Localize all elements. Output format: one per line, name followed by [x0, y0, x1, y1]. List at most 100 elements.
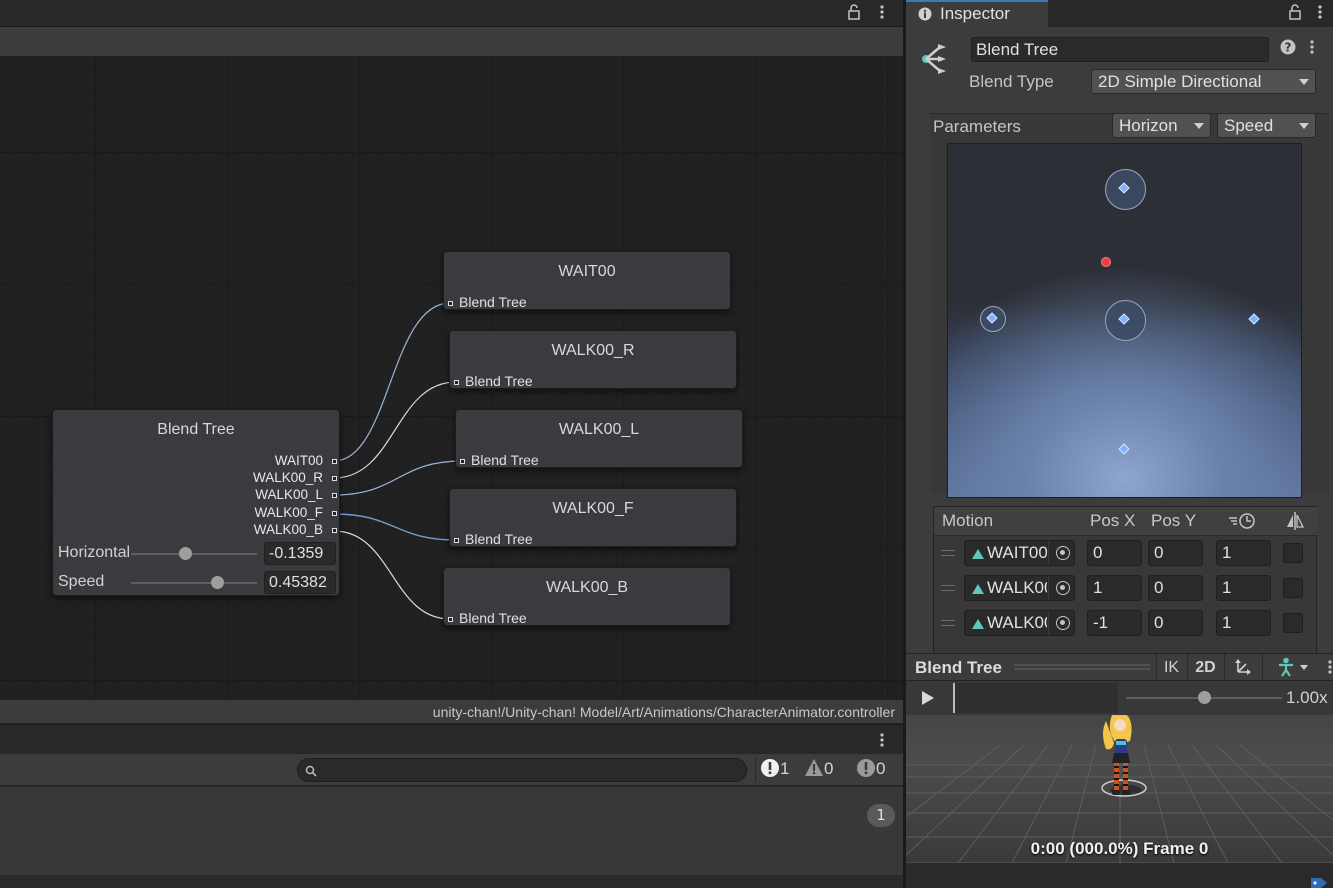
- pivot-toggle-button[interactable]: [1224, 654, 1261, 681]
- speed-field[interactable]: 1: [1216, 610, 1271, 636]
- drag-handle[interactable]: [941, 620, 955, 626]
- param-y-dropdown[interactable]: Speed: [1217, 113, 1316, 138]
- component-menu-icon[interactable]: [1304, 39, 1320, 58]
- svg-text:?: ?: [1285, 41, 1292, 55]
- pos-y-field[interactable]: 0: [1148, 610, 1203, 636]
- motion-node-walk00-l[interactable]: WALK00_L Blend Tree: [455, 409, 743, 468]
- timeline-scrubber[interactable]: [953, 683, 1118, 713]
- motion-object-field[interactable]: WAIT00: [964, 540, 1075, 566]
- mirror-checkbox[interactable]: [1283, 578, 1303, 598]
- 2d-toggle-button[interactable]: 2D: [1187, 654, 1223, 681]
- mirror-icon: [1287, 512, 1305, 530]
- blend-space-visualization[interactable]: [947, 143, 1302, 498]
- blend-tree-node[interactable]: Blend Tree WAIT00 WALK00_R WALK00_L WALK…: [52, 409, 340, 596]
- preview-header: Blend Tree IK 2D: [906, 653, 1333, 681]
- motion-object-field[interactable]: WALK00_L: [964, 610, 1075, 636]
- drag-grip[interactable]: [1014, 664, 1150, 672]
- preview-title: Blend Tree: [915, 658, 1002, 677]
- warning-count-toggle[interactable]: 0: [804, 758, 848, 782]
- motion-point-walk00-b[interactable]: [1118, 443, 1130, 455]
- node-title: Blend Tree: [157, 421, 235, 438]
- output-port[interactable]: [332, 511, 337, 516]
- output-port[interactable]: [332, 459, 337, 464]
- asset-label-icon[interactable]: [1310, 875, 1328, 888]
- speed-field[interactable]: 1: [1216, 540, 1271, 566]
- animation-clip-icon: [972, 619, 984, 629]
- output-port[interactable]: [332, 493, 337, 498]
- motion-node-walk00-b[interactable]: WALK00_B Blend Tree: [443, 567, 731, 626]
- motion-node-walk00-r[interactable]: WALK00_R Blend Tree: [449, 330, 737, 389]
- output-label-wait00: WAIT00: [274, 453, 323, 468]
- slider-knob[interactable]: [1197, 691, 1211, 704]
- mirror-checkbox[interactable]: [1283, 613, 1303, 633]
- search-icon: [305, 765, 317, 777]
- more-options-icon[interactable]: [1312, 4, 1328, 23]
- lock-icon[interactable]: [1287, 4, 1303, 23]
- more-options-icon[interactable]: [874, 732, 890, 751]
- pos-x-field[interactable]: -1: [1087, 610, 1142, 636]
- motion-list: Motion Pos X Pos Y WAIT00 0 0 1 WALK0 1 …: [933, 506, 1318, 653]
- object-picker-icon[interactable]: [1056, 581, 1070, 595]
- blend-tree-name-field[interactable]: Blend Tree: [971, 37, 1269, 62]
- motion-row-walk00-r: WALK00_R 1 0 1: [934, 572, 1318, 607]
- more-options-icon[interactable]: [874, 4, 890, 23]
- motion-node-walk00-f[interactable]: WALK00_F Blend Tree: [449, 488, 737, 547]
- chevron-down-icon: [1299, 79, 1309, 85]
- tab-inspector[interactable]: Inspector: [906, 0, 1048, 27]
- blend-type-dropdown[interactable]: 2D Simple Directional: [1091, 69, 1316, 94]
- playback-speed-value: 1.00x: [1286, 688, 1328, 707]
- animator-toolbar: [0, 27, 903, 57]
- pos-y-field[interactable]: 0: [1148, 575, 1203, 601]
- drag-handle[interactable]: [941, 550, 955, 556]
- animation-preview-viewport[interactable]: 0:00 (000.0%) Frame 0: [906, 715, 1333, 863]
- motion-row-walk00-l: WALK00_L -1 0 1: [934, 607, 1318, 642]
- speed-slider[interactable]: [131, 582, 257, 584]
- slider-knob[interactable]: [178, 547, 192, 560]
- lock-icon[interactable]: [846, 4, 862, 23]
- param-x-dropdown[interactable]: Horizon: [1112, 113, 1211, 138]
- pos-y-field[interactable]: 0: [1148, 540, 1203, 566]
- output-port[interactable]: [332, 528, 337, 533]
- console-log-area[interactable]: 1: [0, 787, 903, 875]
- input-port[interactable]: [454, 380, 459, 385]
- console-search-input[interactable]: [297, 758, 747, 782]
- node-title: WALK00_B: [545, 579, 629, 596]
- message-count-toggle[interactable]: 0: [856, 758, 900, 782]
- field-separator: [1048, 611, 1049, 635]
- tab-label: Inspector: [940, 4, 1010, 23]
- output-port[interactable]: [332, 476, 337, 481]
- console-tab-bar: [0, 724, 903, 754]
- speed-value-field[interactable]: 0.45382: [264, 571, 336, 594]
- avatar-dropdown-button[interactable]: [1262, 654, 1322, 681]
- object-picker-icon[interactable]: [1056, 616, 1070, 630]
- blend-tree-icon: [922, 44, 946, 74]
- input-port[interactable]: [460, 459, 465, 464]
- motion-node-wait00[interactable]: WAIT00 Blend Tree: [443, 251, 731, 310]
- play-icon[interactable]: [921, 690, 935, 706]
- current-blend-position[interactable]: [1101, 257, 1111, 267]
- mirror-checkbox[interactable]: [1283, 543, 1303, 563]
- more-options-icon[interactable]: [1326, 659, 1333, 678]
- object-picker-icon[interactable]: [1056, 546, 1070, 560]
- inspector-scrollbar[interactable]: [1325, 37, 1331, 637]
- param-x-value: Horizon: [1119, 116, 1178, 135]
- speed-param-row: Speed 0.45382: [53, 571, 339, 595]
- drag-handle[interactable]: [941, 585, 955, 591]
- horizontal-value-field[interactable]: -0.1359: [264, 542, 336, 565]
- input-port[interactable]: [448, 617, 453, 622]
- input-port[interactable]: [448, 301, 453, 306]
- animator-graph-canvas[interactable]: Blend Tree WAIT00 WALK00_R WALK00_L WALK…: [0, 57, 903, 699]
- ik-toggle-button[interactable]: IK: [1156, 654, 1186, 681]
- pivot-icon: [1235, 659, 1251, 675]
- horizontal-slider[interactable]: [131, 553, 257, 555]
- input-port[interactable]: [454, 538, 459, 543]
- motion-object-field[interactable]: WALK00_R: [964, 575, 1075, 601]
- slider-knob[interactable]: [211, 576, 225, 589]
- speed-field[interactable]: 1: [1216, 575, 1271, 601]
- error-count-toggle[interactable]: 1: [755, 758, 797, 782]
- motion-point-walk00-r[interactable]: [1248, 313, 1260, 325]
- pos-x-field[interactable]: 1: [1087, 575, 1142, 601]
- error-icon: [761, 759, 779, 777]
- pos-x-field[interactable]: 0: [1087, 540, 1142, 566]
- help-icon[interactable]: ?: [1280, 39, 1296, 58]
